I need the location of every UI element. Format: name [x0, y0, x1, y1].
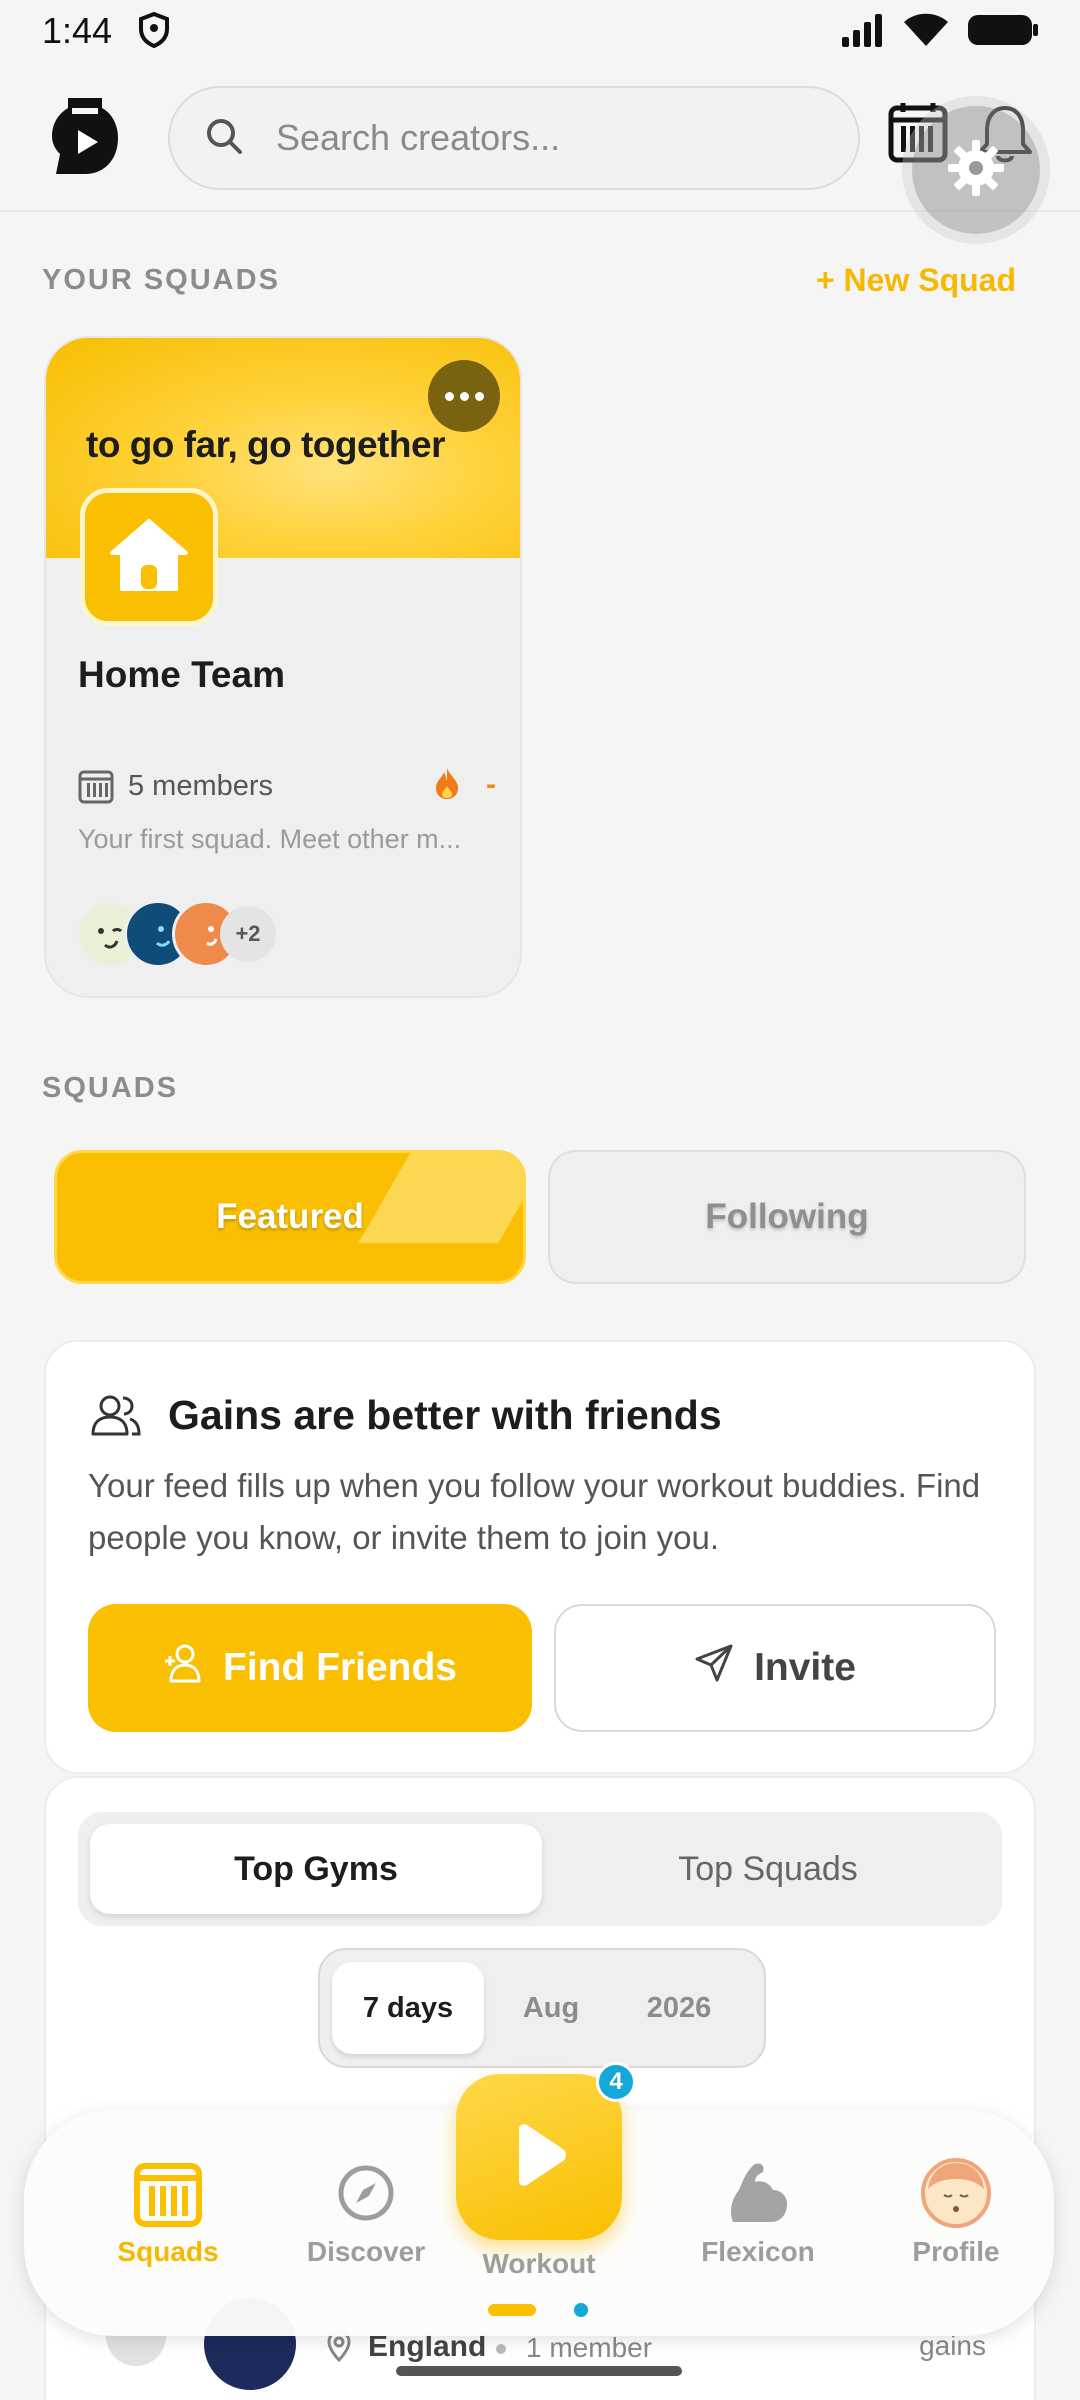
nav-profile[interactable]: Profile — [866, 2110, 1046, 2336]
nav-profile-label: Profile — [912, 2236, 1000, 2267]
tab-featured[interactable]: Featured — [54, 1150, 526, 1284]
squads-heading: SQUADS — [42, 1072, 179, 1104]
home-indicator[interactable] — [396, 2366, 682, 2376]
people-icon — [90, 1394, 142, 1441]
page-indicator-dot — [574, 2303, 588, 2317]
status-time: 1:44 — [42, 10, 113, 51]
squad-more-options-button[interactable] — [428, 360, 500, 432]
status-bar: 1:44 — [0, 0, 1080, 64]
friends-description: Your feed fills up when you follow your … — [88, 1467, 981, 1556]
squad-banner-text: to go far, go together — [86, 424, 445, 465]
flame-icon — [434, 766, 460, 805]
nav-workout-label: Workout — [482, 2248, 596, 2279]
nav-squads[interactable]: Squads — [78, 2110, 258, 2336]
nav-flexicon-label: Flexicon — [701, 2236, 815, 2267]
home-icon — [108, 517, 190, 598]
send-icon — [694, 1643, 734, 1693]
tab-top-squads[interactable]: Top Squads — [542, 1824, 994, 1914]
signal-icon — [840, 13, 886, 52]
workout-start-button[interactable] — [456, 2074, 622, 2240]
shield-icon — [138, 11, 170, 53]
find-friends-button[interactable]: Find Friends — [88, 1604, 532, 1732]
separator-dot — [496, 2344, 506, 2354]
wifi-icon — [902, 12, 950, 53]
search-icon — [204, 116, 244, 161]
nav-discover-label: Discover — [306, 2236, 426, 2267]
friends-title: Gains are better with friends — [168, 1392, 722, 1438]
squad-member-count: 5 members — [128, 770, 274, 802]
gear-icon — [946, 138, 1006, 203]
add-user-icon — [163, 1643, 205, 1693]
squad-card-home-team[interactable]: to go far, go together Home Team 5 membe… — [44, 336, 522, 998]
squad-description: Your first squad. Meet other m... — [78, 824, 462, 854]
compass-icon — [337, 2158, 395, 2228]
profile-avatar — [920, 2158, 992, 2228]
period-selector: 7 days Aug 2026 — [318, 1948, 766, 2068]
your-squads-heading: YOUR SQUADS — [42, 264, 280, 296]
new-squad-button[interactable]: + New Squad — [816, 262, 1016, 299]
row-members: 1 member — [526, 2332, 653, 2363]
find-friends-label: Find Friends — [223, 1646, 457, 1689]
period-7-days[interactable]: 7 days — [332, 1962, 484, 2054]
squad-name: Home Team — [78, 654, 285, 695]
nav-flexicon[interactable]: Flexicon — [668, 2110, 848, 2336]
flexed-arm-icon — [725, 2158, 791, 2228]
tab-following[interactable]: Following — [548, 1150, 1026, 1284]
search-bar[interactable] — [168, 86, 860, 190]
invite-button[interactable]: Invite — [554, 1604, 996, 1732]
invite-label: Invite — [754, 1646, 856, 1689]
period-month[interactable]: Aug — [488, 1962, 614, 2054]
leaderboard-tabs: Top Gyms Top Squads — [78, 1812, 1002, 1926]
more-members-count: +2 — [220, 906, 276, 962]
period-year[interactable]: 2026 — [616, 1962, 742, 2054]
squads-calendar-icon — [133, 2158, 203, 2228]
page-indicator-active — [488, 2304, 536, 2316]
nav-discover[interactable]: Discover — [276, 2110, 456, 2336]
search-input[interactable] — [276, 110, 836, 166]
squad-streak: - — [486, 768, 496, 801]
squad-member-avatars: +2 — [76, 900, 306, 968]
squad-stats: 5 members - — [78, 766, 496, 806]
tab-top-gyms[interactable]: Top Gyms — [90, 1824, 542, 1914]
app-logo[interactable] — [50, 94, 120, 178]
settings-gear-button[interactable] — [912, 106, 1040, 234]
play-icon — [509, 2123, 569, 2192]
calendar-icon — [78, 768, 114, 809]
battery-icon — [966, 12, 1040, 53]
friends-prompt-card: Gains are better with friends Your feed … — [44, 1340, 1036, 1774]
nav-squads-label: Squads — [117, 2236, 219, 2267]
workout-count-badge: 4 — [596, 2062, 636, 2102]
squad-avatar — [80, 488, 218, 626]
